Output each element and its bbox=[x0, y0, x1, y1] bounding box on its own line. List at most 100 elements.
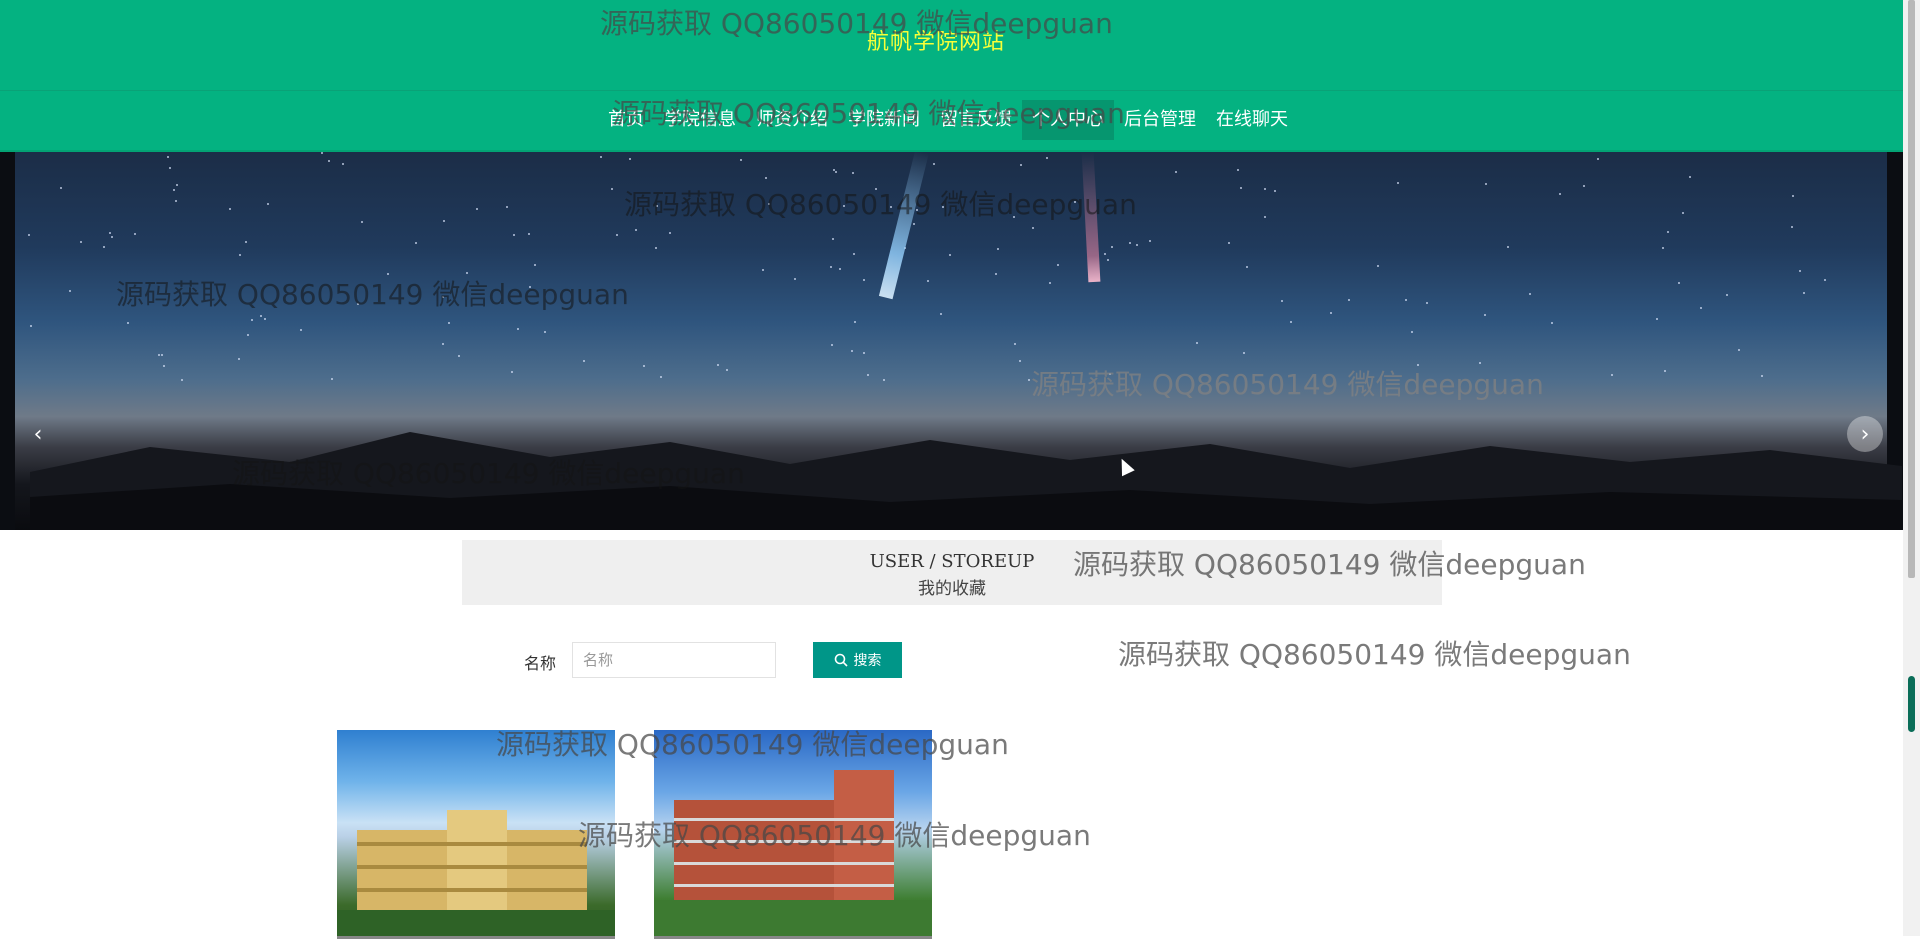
star-dot bbox=[997, 248, 999, 250]
star-dot bbox=[1264, 216, 1266, 218]
star-dot bbox=[1792, 195, 1794, 197]
scrollbar-track-overlay bbox=[1908, 0, 1915, 578]
star-dot bbox=[1196, 342, 1198, 344]
page-scrollbar[interactable] bbox=[1903, 0, 1920, 936]
star-dot bbox=[1107, 259, 1109, 261]
star-dot bbox=[80, 241, 82, 243]
star-dot bbox=[517, 328, 519, 330]
nav-item-college-info[interactable]: 学院信息 bbox=[654, 100, 746, 140]
star-dot bbox=[1738, 349, 1740, 351]
star-dot bbox=[328, 160, 330, 162]
star-dot bbox=[839, 268, 841, 270]
star-dot bbox=[173, 189, 175, 191]
nav-item-admin[interactable]: 后台管理 bbox=[1114, 100, 1206, 140]
star-dot bbox=[949, 254, 951, 256]
nav-item-personal-center[interactable]: 个人中心 bbox=[1022, 100, 1114, 140]
section-title-en: USER / STOREUP bbox=[869, 551, 1035, 572]
comet-trail bbox=[1081, 152, 1101, 283]
star-dot bbox=[616, 234, 618, 236]
star-dot bbox=[1377, 265, 1379, 267]
comet-trail bbox=[878, 152, 929, 300]
star-dot bbox=[740, 159, 742, 161]
star-dot bbox=[863, 352, 865, 354]
star-dot bbox=[635, 229, 637, 231]
nav-item-feedback[interactable]: 留言反馈 bbox=[930, 100, 1022, 140]
banner-image bbox=[15, 152, 1902, 530]
star-dot bbox=[415, 242, 417, 244]
star-dot bbox=[875, 188, 877, 190]
star-dot bbox=[883, 379, 885, 381]
star-dot bbox=[1405, 299, 1407, 301]
star-dot bbox=[134, 233, 136, 235]
search-button[interactable]: 搜索 bbox=[813, 642, 902, 678]
star-dot bbox=[1551, 322, 1553, 324]
star-dot bbox=[28, 234, 30, 236]
star-dot bbox=[342, 163, 344, 165]
favorite-card[interactable] bbox=[654, 730, 932, 939]
star-dot bbox=[1791, 226, 1793, 228]
star-dot bbox=[176, 184, 178, 186]
favorite-card[interactable] bbox=[337, 730, 615, 939]
site-header: 航帆学院网站 首页 学院信息 师资介绍 学院新闻 留言反馈 个人中心 后台管理 … bbox=[0, 0, 1903, 152]
star-dot bbox=[853, 253, 855, 255]
star-dot bbox=[1228, 242, 1230, 244]
star-dot bbox=[916, 209, 918, 211]
mountain-silhouette bbox=[30, 432, 1902, 530]
carousel-next-button[interactable]: › bbox=[1847, 416, 1883, 452]
star-dot bbox=[300, 329, 302, 331]
star-dot bbox=[534, 264, 536, 266]
chevron-left-icon: ‹ bbox=[33, 421, 43, 447]
star-dot bbox=[1426, 302, 1428, 304]
star-dot bbox=[1726, 294, 1728, 296]
star-dot bbox=[264, 318, 266, 320]
star-dot bbox=[1243, 352, 1245, 354]
star-dot bbox=[1281, 300, 1283, 302]
search-input[interactable] bbox=[572, 642, 776, 678]
star-dot bbox=[852, 172, 854, 174]
section-title: USER / STOREUP 我的收藏 bbox=[462, 540, 1442, 605]
star-dot bbox=[1046, 157, 1048, 159]
star-dot bbox=[245, 241, 247, 243]
star-dot bbox=[794, 278, 796, 280]
title-bar: 航帆学院网站 bbox=[0, 0, 1903, 91]
star-dot bbox=[854, 321, 856, 323]
star-dot bbox=[890, 206, 892, 208]
main-nav: 首页 学院信息 师资介绍 学院新闻 留言反馈 个人中心 后台管理 在线聊天 bbox=[598, 100, 1298, 140]
star-dot bbox=[267, 203, 269, 205]
star-dot bbox=[167, 156, 169, 158]
star-dot bbox=[1111, 246, 1113, 248]
star-dot bbox=[1074, 201, 1076, 203]
section-title-cn: 我的收藏 bbox=[918, 579, 986, 599]
star-dot bbox=[1700, 307, 1702, 309]
star-dot bbox=[529, 286, 531, 288]
nav-item-faculty[interactable]: 师资介绍 bbox=[746, 100, 838, 140]
star-dot bbox=[1761, 375, 1763, 377]
card-image bbox=[337, 730, 615, 936]
star-dot bbox=[247, 334, 249, 336]
star-dot bbox=[1014, 343, 1016, 345]
star-dot bbox=[127, 322, 129, 324]
star-dot bbox=[181, 379, 183, 381]
star-dot bbox=[1264, 188, 1266, 190]
nav-item-news[interactable]: 学院新闻 bbox=[838, 100, 930, 140]
star-dot bbox=[656, 205, 658, 207]
star-dot bbox=[69, 290, 71, 292]
nav-item-home[interactable]: 首页 bbox=[598, 100, 654, 140]
star-dot bbox=[528, 233, 530, 235]
search-label: 名称 bbox=[524, 654, 557, 673]
carousel-prev-button[interactable]: ‹ bbox=[20, 416, 56, 452]
nav-item-chat[interactable]: 在线聊天 bbox=[1206, 100, 1298, 140]
star-dot bbox=[1664, 370, 1666, 372]
star-dot bbox=[361, 221, 363, 223]
star-dot bbox=[1020, 164, 1022, 166]
scrollbar-thumb[interactable] bbox=[1908, 676, 1915, 732]
card-image bbox=[654, 730, 932, 936]
star-dot bbox=[1237, 169, 1239, 171]
star-dot bbox=[163, 365, 165, 367]
star-dot bbox=[1348, 299, 1350, 301]
star-dot bbox=[1678, 282, 1680, 284]
star-dot bbox=[583, 360, 585, 362]
star-dot bbox=[161, 354, 163, 356]
star-dot bbox=[238, 358, 240, 360]
star-dot bbox=[1484, 314, 1486, 316]
